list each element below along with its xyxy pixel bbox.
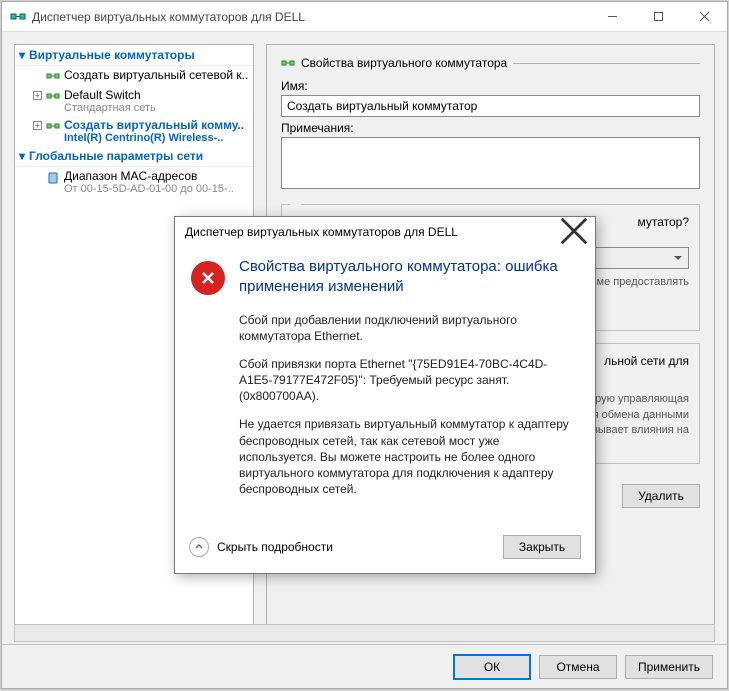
app-icon — [10, 9, 26, 25]
dialog-title: Диспетчер виртуальных коммутаторов для D… — [185, 225, 559, 239]
main-window: Диспетчер виртуальных коммутаторов для D… — [1, 1, 728, 689]
window-title: Диспетчер виртуальных коммутаторов для D… — [32, 10, 589, 24]
expand-icon[interactable]: + — [33, 91, 42, 100]
expand-icon[interactable]: + — [33, 121, 42, 130]
switch-icon — [281, 57, 295, 71]
tree-item-create-vswitch-selected[interactable]: + Создать виртуальный комму.. Intel(R) C… — [15, 116, 253, 146]
dialog-message: Свойства виртуального коммутатора: ошибк… — [239, 257, 579, 509]
dialog-close-action-button[interactable]: Закрыть — [503, 535, 581, 559]
dialog-heading: Свойства виртуального коммутатора: ошибк… — [239, 257, 579, 298]
error-dialog: Диспетчер виртуальных коммутаторов для D… — [174, 216, 596, 574]
delete-button[interactable]: Удалить — [622, 484, 700, 508]
error-icon — [191, 261, 225, 295]
tree-item-label: Default Switch Стандартная сеть — [64, 88, 251, 114]
collapse-icon: ▾ — [19, 48, 29, 62]
dialog-titlebar: Диспетчер виртуальных коммутаторов для D… — [175, 217, 595, 247]
tree-section-virtual-switches[interactable]: ▾ Виртуальные коммутаторы — [15, 45, 253, 66]
apply-button[interactable]: Применить — [625, 655, 713, 679]
cancel-button[interactable]: Отмена — [539, 655, 617, 679]
section-label: Виртуальные коммутаторы — [29, 48, 195, 62]
error-paragraph-2: Сбой привязки порта Ethernet "{75ED91E4-… — [239, 356, 579, 405]
chevron-up-icon — [189, 537, 209, 557]
notes-label: Примечания: — [281, 121, 700, 135]
nic-icon — [46, 171, 60, 185]
divider — [513, 63, 700, 64]
tree-section-global-params[interactable]: ▾ Глобальные параметры сети — [15, 146, 253, 167]
notes-textarea[interactable] — [281, 137, 700, 189]
minimize-button[interactable] — [589, 2, 635, 32]
tree-item-label: Создать виртуальный комму.. Intel(R) Cen… — [64, 118, 251, 144]
dialog-body: Свойства виртуального коммутатора: ошибк… — [175, 247, 595, 525]
properties-heading: Свойства виртуального коммутатора — [281, 55, 700, 71]
close-button[interactable] — [681, 2, 727, 32]
group-title-text: Свойства виртуального коммутатора — [301, 56, 507, 70]
dialog-close-button[interactable] — [559, 216, 589, 249]
ok-button[interactable]: ОК — [453, 654, 531, 680]
hide-details-label: Скрыть подробности — [217, 540, 333, 554]
tree-item-label: Диапазон MAC-адресов От 00-15-5D-AD-01-0… — [64, 169, 251, 195]
tree-item-create-switch[interactable]: Создать виртуальный сетевой к.. — [15, 66, 253, 86]
titlebar: Диспетчер виртуальных коммутаторов для D… — [2, 2, 727, 32]
bottom-button-bar: ОК Отмена Применить — [2, 644, 727, 688]
collapse-icon: ▾ — [19, 149, 29, 163]
name-label: Имя: — [281, 79, 700, 93]
dialog-footer: Скрыть подробности Закрыть — [175, 525, 595, 573]
hide-details-toggle[interactable]: Скрыть подробности — [189, 537, 493, 557]
error-paragraph-1: Сбой при добавлении подключений виртуаль… — [239, 312, 579, 344]
status-strip — [14, 624, 715, 642]
name-input[interactable] — [281, 95, 700, 117]
tree-item-label: Создать виртуальный сетевой к.. — [64, 68, 251, 82]
switch-icon — [46, 120, 60, 134]
groupbox-title — [290, 197, 301, 211]
error-paragraph-3: Не удается привязать виртуальный коммута… — [239, 416, 579, 497]
maximize-button[interactable] — [635, 2, 681, 32]
tree-item-default-switch[interactable]: + Default Switch Стандартная сеть — [15, 86, 253, 116]
switch-icon — [46, 90, 60, 104]
switch-icon — [46, 70, 60, 84]
section-label: Глобальные параметры сети — [29, 149, 203, 163]
tree-item-mac-range[interactable]: Диапазон MAC-адресов От 00-15-5D-AD-01-0… — [15, 167, 253, 197]
